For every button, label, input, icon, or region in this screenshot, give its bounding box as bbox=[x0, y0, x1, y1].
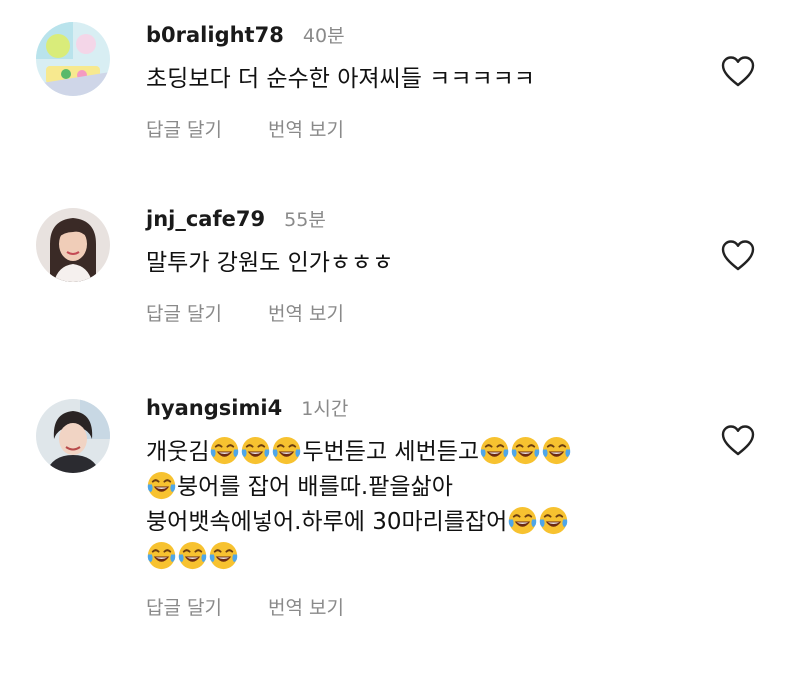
reply-button[interactable]: 답글 달기 bbox=[146, 303, 222, 325]
face-with-tears-of-joy-emoji bbox=[146, 540, 177, 571]
username[interactable]: hyangsimi4 bbox=[146, 396, 282, 420]
username[interactable]: b0ralight78 bbox=[146, 23, 284, 47]
translate-button[interactable]: 번역 보기 bbox=[268, 303, 344, 325]
face-with-tears-of-joy-emoji bbox=[538, 505, 569, 536]
timestamp: 1시간 bbox=[301, 398, 349, 420]
face-with-tears-of-joy-emoji bbox=[479, 435, 510, 466]
face-with-tears-of-joy-emoji bbox=[177, 540, 208, 571]
heart-outline-icon[interactable] bbox=[720, 54, 756, 88]
face-with-tears-of-joy-emoji bbox=[271, 435, 302, 466]
face-with-tears-of-joy-emoji bbox=[507, 505, 538, 536]
comment-body: hyangsimi4 1시간 개웃김 두번듣고 세번듣고붕어를 잡어 배를따.팥을… bbox=[146, 393, 710, 620]
face-with-tears-of-joy-emoji bbox=[146, 470, 177, 501]
comment-meta: jnj_cafe79 55분 bbox=[146, 204, 710, 234]
comment-text-part: 개웃김 bbox=[146, 439, 210, 465]
comment-body: jnj_cafe79 55분 말투가 강원도 인가ㅎㅎㅎ 답글 달기 번역 보기 bbox=[146, 204, 710, 326]
comment-text-part: 두번듣고 세번듣고 bbox=[302, 439, 480, 465]
comment-text: 개웃김 두번듣고 세번듣고붕어를 잡어 배를따.팥을삶아붕어뱃속에넣어.하루에 3… bbox=[146, 435, 710, 575]
face-with-tears-of-joy-emoji bbox=[240, 435, 271, 466]
face-with-tears-of-joy-emoji bbox=[510, 435, 541, 466]
comment-actions: 답글 달기 번역 보기 bbox=[146, 299, 710, 326]
comment-meta: b0ralight78 40분 bbox=[146, 20, 710, 50]
username[interactable]: jnj_cafe79 bbox=[146, 207, 265, 231]
avatar[interactable] bbox=[36, 22, 110, 96]
heart-outline-icon[interactable] bbox=[720, 238, 756, 272]
reply-button[interactable]: 답글 달기 bbox=[146, 597, 222, 619]
reply-button[interactable]: 답글 달기 bbox=[146, 119, 222, 141]
comment-text-part: 붕어를 잡어 배를따.팥을삶아 bbox=[177, 474, 453, 500]
heart-outline-icon[interactable] bbox=[720, 423, 756, 457]
comment-actions: 답글 달기 번역 보기 bbox=[146, 593, 710, 620]
comment-actions: 답글 달기 번역 보기 bbox=[146, 115, 710, 142]
comment-text: 초딩보다 더 순수한 아져씨들 ㅋㅋㅋㅋㅋ bbox=[146, 66, 535, 92]
face-with-tears-of-joy-emoji bbox=[209, 435, 240, 466]
timestamp: 40분 bbox=[302, 25, 345, 47]
timestamp: 55분 bbox=[284, 209, 326, 231]
avatar[interactable] bbox=[36, 208, 110, 282]
face-with-tears-of-joy-emoji bbox=[208, 540, 239, 571]
face-with-tears-of-joy-emoji bbox=[541, 435, 572, 466]
avatar[interactable] bbox=[36, 399, 110, 473]
comment-text: 말투가 강원도 인가ㅎㅎㅎ bbox=[146, 250, 394, 276]
comment-body: b0ralight78 40분 초딩보다 더 순수한 아져씨들 ㅋㅋㅋㅋㅋ 답글… bbox=[146, 20, 710, 142]
translate-button[interactable]: 번역 보기 bbox=[268, 119, 344, 141]
comment-meta: hyangsimi4 1시간 bbox=[146, 393, 710, 423]
comment-text-part: 붕어뱃속에넣어.하루에 30마리를잡어 bbox=[146, 509, 508, 535]
translate-button[interactable]: 번역 보기 bbox=[268, 597, 344, 619]
